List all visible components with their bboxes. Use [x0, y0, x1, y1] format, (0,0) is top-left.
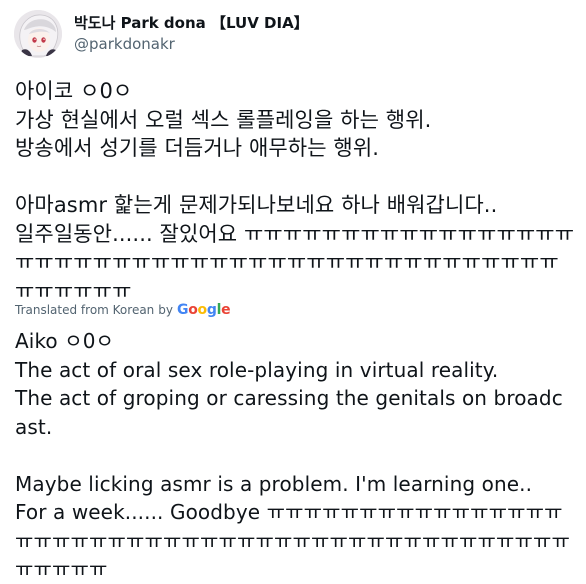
avatar-image	[14, 10, 62, 58]
avatar[interactable]	[14, 10, 62, 58]
tweet-header: 박도나 Park dona 【LUV DIA】 @parkdonakr	[14, 10, 309, 58]
user-handle[interactable]: @parkdonakr	[74, 34, 309, 54]
google-letter-g: G	[177, 302, 189, 318]
tweet-original-text: 아이코 ㅇ0ㅇ 가상 현실에서 오럴 섹스 롤플레잉을 하는 행위. 방송에서 …	[15, 79, 575, 303]
google-letter-g2: g	[206, 302, 217, 318]
user-info: 박도나 Park dona 【LUV DIA】 @parkdonakr	[74, 13, 309, 54]
display-name[interactable]: 박도나 Park dona 【LUV DIA】	[74, 13, 309, 33]
google-letter-o1: o	[188, 302, 198, 318]
display-name-text: 박도나 Park dona 【LUV DIA】	[74, 14, 309, 32]
translated-by-label: by	[158, 303, 174, 317]
google-letter-e: e	[221, 302, 231, 318]
translated-from-link[interactable]: Translated from Korean	[15, 303, 154, 317]
google-logo: Google	[177, 302, 231, 318]
tweet-translated-text: Aiko ㅇ0ㅇ The act of oral sex role-playin…	[15, 329, 570, 581]
google-letter-o2: o	[197, 302, 208, 318]
translation-attribution: Translated from Korean by Google	[15, 302, 231, 318]
